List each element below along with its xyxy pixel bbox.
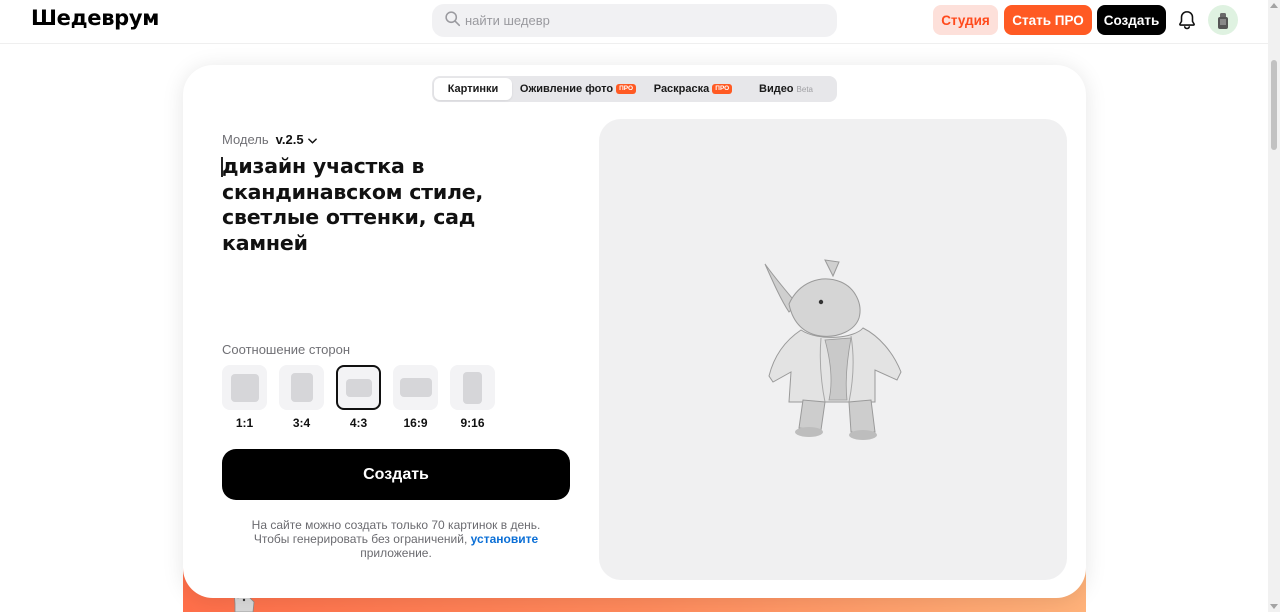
ratio-shape: [463, 371, 482, 404]
mode-tabs: Картинки Оживление фото ПРО Раскраска ПР…: [432, 76, 837, 102]
model-version-dropdown[interactable]: v.2.5: [276, 132, 317, 147]
page-scrollbar[interactable]: [1268, 0, 1280, 612]
ratio-box: [393, 365, 438, 410]
scroll-down-arrow-icon[interactable]: [1270, 604, 1278, 609]
search-icon: [444, 10, 461, 32]
ratio-option-3-4[interactable]: 3:4: [279, 365, 324, 430]
ratio-box: [336, 365, 381, 410]
chevron-down-icon: [307, 132, 317, 147]
ratio-shape: [345, 378, 372, 397]
prompt-text: дизайн участка в скандинавском стиле, св…: [222, 154, 484, 255]
ratio-option-4-3[interactable]: 4:3: [336, 365, 381, 430]
search-input[interactable]: [465, 13, 825, 28]
tab-label: Видео: [759, 83, 794, 95]
tab-label: Картинки: [447, 83, 499, 95]
tab-label: Раскраска: [653, 83, 710, 95]
install-app-link[interactable]: установите: [471, 532, 538, 546]
ratio-box: [222, 365, 267, 410]
ratio-option-9-16[interactable]: 9:16: [450, 365, 495, 430]
text-caret: [221, 157, 223, 177]
tab-coloring[interactable]: Раскраска ПРО: [644, 78, 742, 100]
ratio-label: 16:9: [403, 416, 428, 430]
ratio-shape: [399, 378, 432, 397]
aspect-ratio-options: 1:1 3:4 4:3 16:9 9:16: [222, 365, 495, 430]
note-text-end: приложение.: [360, 546, 432, 560]
ratio-box: [450, 365, 495, 410]
ratio-option-16-9[interactable]: 16:9: [393, 365, 438, 430]
studio-button[interactable]: Студия: [933, 5, 998, 35]
ratio-label: 1:1: [235, 416, 254, 430]
logo[interactable]: Шедеврум: [31, 6, 159, 30]
ratio-label: 9:16: [460, 416, 485, 430]
pro-badge: ПРО: [616, 84, 637, 94]
tab-video[interactable]: Видео Beta: [742, 78, 830, 100]
ratio-option-1-1[interactable]: 1:1: [222, 365, 267, 430]
prompt-textarea[interactable]: дизайн участка в скандинавском стиле, св…: [221, 154, 562, 256]
scroll-up-arrow-icon[interactable]: [1270, 3, 1278, 8]
generator-card: Картинки Оживление фото ПРО Раскраска ПР…: [183, 65, 1086, 598]
bell-icon[interactable]: [1176, 9, 1198, 31]
aspect-ratio-label: Соотношение сторон: [222, 342, 351, 357]
become-pro-button[interactable]: Стать ПРО: [1004, 5, 1092, 35]
search-bar[interactable]: [432, 4, 837, 37]
model-label: Модель: [222, 132, 269, 147]
ratio-label: 4:3: [349, 416, 368, 430]
rhino-illustration: [759, 252, 909, 442]
create-button[interactable]: Создать: [222, 449, 570, 500]
avatar[interactable]: [1208, 5, 1238, 35]
model-selector: Модель v.2.5: [222, 132, 317, 147]
ratio-box: [279, 365, 324, 410]
ratio-label: 3:4: [292, 416, 311, 430]
ratio-shape: [230, 373, 259, 402]
model-version-value: v.2.5: [275, 132, 304, 147]
ratio-shape: [290, 373, 313, 402]
scroll-thumb[interactable]: [1271, 60, 1277, 150]
image-preview: [599, 119, 1067, 580]
tab-pictures[interactable]: Картинки: [434, 78, 512, 100]
header-create-button[interactable]: Создать: [1097, 5, 1166, 35]
limit-note: На сайте можно создать только 70 картино…: [246, 518, 546, 560]
beta-badge: Beta: [796, 84, 813, 94]
top-header: Шедеврум Студия Стать ПРО Создать: [0, 0, 1268, 44]
tab-label: Оживление фото: [519, 83, 614, 95]
pro-badge: ПРО: [712, 84, 733, 94]
tab-photo-animation[interactable]: Оживление фото ПРО: [512, 78, 644, 100]
